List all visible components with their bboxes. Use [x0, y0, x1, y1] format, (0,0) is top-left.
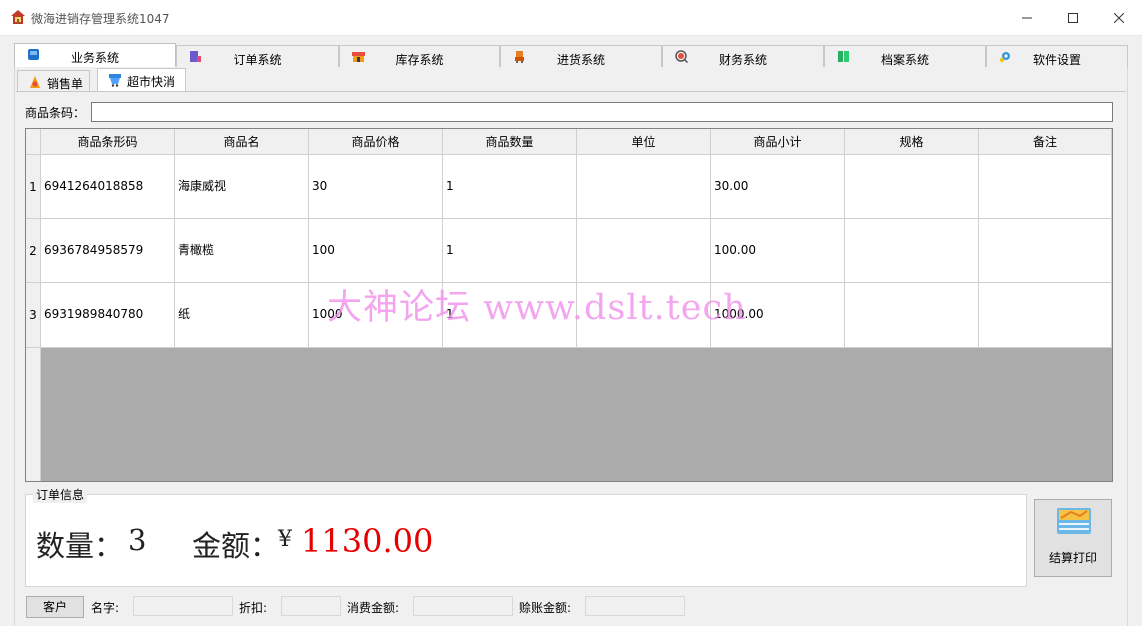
quantity-value: 3: [128, 523, 147, 557]
cell-price[interactable]: 1000: [309, 283, 443, 348]
grid-header: 商品条形码 商品名 商品价格 商品数量 单位 商品小计 规格 备注: [26, 129, 1112, 155]
cell-quantity[interactable]: 1: [443, 219, 577, 283]
cell-subtotal[interactable]: 100.00: [711, 219, 845, 283]
column-header-unit[interactable]: 单位: [577, 129, 711, 155]
column-header-barcode[interactable]: 商品条形码: [41, 129, 175, 155]
home-icon: [11, 10, 25, 24]
window-title: 微海进销存管理系统1047: [31, 12, 170, 26]
cell-unit[interactable]: [577, 155, 711, 219]
grid-empty-row-header-area: [26, 348, 41, 481]
grid-corner-header[interactable]: [26, 129, 41, 155]
checkout-print-label: 结算打印: [1048, 551, 1097, 565]
cell-barcode[interactable]: 6936784958579: [41, 219, 175, 283]
sub-tab-divider: [16, 91, 1126, 92]
close-button[interactable]: [1096, 0, 1142, 36]
product-grid[interactable]: 商品条形码 商品名 商品价格 商品数量 单位 商品小计 规格 备注 1 6941…: [25, 128, 1113, 482]
tab-finance-system[interactable]: 财务系统: [662, 45, 824, 68]
amount-value: 1130.00: [301, 522, 434, 560]
credit-amount-field[interactable]: [585, 596, 685, 616]
row-header[interactable]: 2: [26, 219, 41, 283]
cell-subtotal[interactable]: 30.00: [711, 155, 845, 219]
title-bar: 微海进销存管理系统1047: [0, 0, 1142, 36]
cell-unit[interactable]: [577, 283, 711, 348]
cell-quantity[interactable]: 1: [443, 155, 577, 219]
checkout-print-icon: [1057, 508, 1091, 534]
barcode-label: 商品条码：: [25, 106, 86, 120]
tab-purchase-system[interactable]: 进货系统: [500, 45, 662, 68]
customer-button[interactable]: 客户: [26, 596, 84, 618]
currency-symbol: ¥: [278, 527, 292, 552]
name-label: 名字:: [91, 601, 120, 615]
quantity-label: 数量：: [36, 529, 124, 563]
close-icon: [1114, 13, 1124, 23]
maximize-icon: [1068, 13, 1078, 23]
tab-archive-system[interactable]: 档案系统: [824, 45, 986, 68]
column-header-price[interactable]: 商品价格: [309, 129, 443, 155]
cell-remark[interactable]: [979, 219, 1112, 283]
cell-spec[interactable]: [845, 219, 979, 283]
supermarket-icon: [109, 74, 121, 87]
cell-unit[interactable]: [577, 219, 711, 283]
cell-price[interactable]: 100: [309, 219, 443, 283]
row-header[interactable]: 3: [26, 283, 41, 348]
column-header-quantity[interactable]: 商品数量: [443, 129, 577, 155]
order-info-group: [25, 494, 1027, 587]
column-header-product-name[interactable]: 商品名: [175, 129, 309, 155]
cell-subtotal[interactable]: 1000.00: [711, 283, 845, 348]
cell-remark[interactable]: [979, 283, 1112, 348]
column-header-spec[interactable]: 规格: [845, 129, 979, 155]
cell-remark[interactable]: [979, 155, 1112, 219]
column-header-subtotal[interactable]: 商品小计: [711, 129, 845, 155]
tab-business-system[interactable]: 业务系统: [14, 43, 176, 68]
tab-supermarket-fmcg[interactable]: 超市快消: [97, 68, 186, 92]
cell-spec[interactable]: [845, 283, 979, 348]
tab-sales-order[interactable]: 销售单: [17, 70, 90, 92]
cell-product-name[interactable]: 海康威视: [175, 155, 309, 219]
tab-software-settings[interactable]: 软件设置: [986, 45, 1128, 68]
sales-icon: [30, 76, 40, 88]
consumption-amount-field[interactable]: [413, 596, 513, 616]
tab-order-system[interactable]: 订单系统: [176, 45, 339, 68]
barcode-input[interactable]: [91, 102, 1113, 122]
minimize-button[interactable]: [1004, 0, 1050, 36]
cell-spec[interactable]: [845, 155, 979, 219]
main-tab-bar: 业务系统 订单系统 库存系统 进货系统 财务系统 档案系统 软件设置: [14, 43, 1128, 68]
cell-barcode[interactable]: 6931989840780: [41, 283, 175, 348]
amount-label: 金额：: [192, 529, 280, 563]
tab-inventory-system[interactable]: 库存系统: [339, 45, 500, 68]
discount-label: 折扣:: [239, 601, 268, 615]
order-info-legend: 订单信息: [33, 486, 88, 503]
credit-amount-label: 赊账金额:: [519, 601, 572, 615]
maximize-button[interactable]: [1050, 0, 1096, 36]
cell-product-name[interactable]: 纸: [175, 283, 309, 348]
consumption-amount-label: 消费金额:: [347, 601, 400, 615]
cell-quantity[interactable]: 1: [443, 283, 577, 348]
cell-price[interactable]: 30: [309, 155, 443, 219]
minimize-icon: [1022, 17, 1032, 19]
cell-barcode[interactable]: 6941264018858: [41, 155, 175, 219]
column-header-remark[interactable]: 备注: [979, 129, 1112, 155]
name-field[interactable]: [133, 596, 233, 616]
discount-field[interactable]: [281, 596, 341, 616]
row-header[interactable]: 1: [26, 155, 41, 219]
checkout-print-button[interactable]: 结算打印: [1034, 499, 1112, 577]
cell-product-name[interactable]: 青橄榄: [175, 219, 309, 283]
